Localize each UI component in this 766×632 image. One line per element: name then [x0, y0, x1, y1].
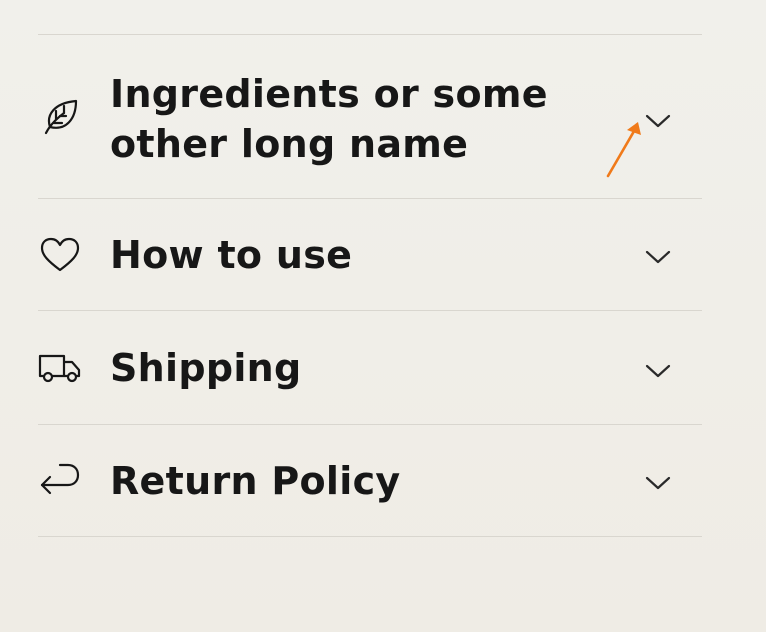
accordion-item-shipping[interactable]: Shipping	[38, 311, 702, 425]
accordion-item-ingredients[interactable]: Ingredients or some other long name	[38, 35, 702, 199]
return-icon	[38, 459, 82, 503]
truck-icon	[38, 346, 82, 390]
accordion-item-label: Return Policy	[110, 459, 401, 503]
chevron-down-icon[interactable]	[644, 357, 672, 385]
accordion-item-label: Shipping	[110, 346, 302, 390]
product-accordion: Ingredients or some other long name How …	[38, 34, 702, 537]
accordion-item-label: How to use	[110, 233, 353, 277]
accordion-item-return-policy[interactable]: Return Policy	[38, 425, 702, 537]
heart-icon	[38, 233, 82, 277]
chevron-down-icon[interactable]	[644, 469, 672, 497]
chevron-down-icon[interactable]	[644, 107, 672, 135]
accordion-item-how-to-use[interactable]: How to use	[38, 199, 702, 311]
leaf-icon	[38, 95, 82, 139]
accordion-item-label: Ingredients or some other long name	[110, 72, 548, 166]
chevron-down-icon[interactable]	[644, 243, 672, 271]
